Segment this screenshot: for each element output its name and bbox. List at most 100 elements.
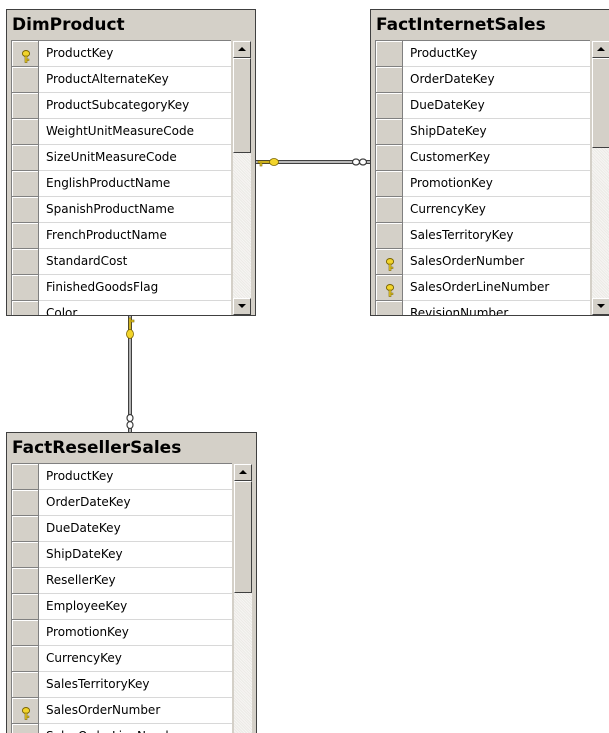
column-name: DueDateKey bbox=[39, 516, 232, 542]
arrow-up-icon bbox=[238, 47, 246, 51]
column-row[interactable]: OrderDateKey bbox=[376, 67, 590, 93]
column-row[interactable]: SalesOrderNumber bbox=[12, 698, 232, 724]
row-selector[interactable] bbox=[12, 145, 39, 171]
column-row[interactable]: CurrencyKey bbox=[12, 646, 232, 672]
row-selector[interactable] bbox=[376, 67, 403, 93]
arrow-up-icon bbox=[597, 47, 605, 51]
row-selector[interactable] bbox=[12, 119, 39, 145]
column-row[interactable]: FinishedGoodsFlag bbox=[12, 275, 231, 301]
row-selector[interactable] bbox=[12, 301, 39, 315]
column-name: SalesOrderLineNumber bbox=[403, 275, 590, 301]
scroll-down-button[interactable] bbox=[233, 298, 251, 315]
column-row[interactable]: SalesOrderNumber bbox=[376, 249, 590, 275]
row-selector[interactable] bbox=[376, 197, 403, 223]
row-selector[interactable] bbox=[12, 41, 39, 67]
relationship-dimproduct-factresellersales[interactable] bbox=[126, 316, 135, 432]
column-row[interactable]: WeightUnitMeasureCode bbox=[12, 119, 231, 145]
primary-key-icon bbox=[21, 48, 31, 63]
row-selector[interactable] bbox=[12, 516, 39, 542]
relationship-dimproduct-factinternetsales[interactable] bbox=[256, 158, 370, 167]
row-selector[interactable] bbox=[376, 93, 403, 119]
column-name: PromotionKey bbox=[39, 620, 232, 646]
column-name: ProductKey bbox=[39, 464, 232, 490]
column-row[interactable]: SalesOrderLineNumber bbox=[376, 275, 590, 301]
row-selector[interactable] bbox=[376, 119, 403, 145]
row-selector[interactable] bbox=[12, 724, 39, 733]
vertical-scrollbar[interactable] bbox=[233, 41, 251, 315]
column-row[interactable]: ShipDateKey bbox=[376, 119, 590, 145]
row-selector[interactable] bbox=[12, 542, 39, 568]
column-row[interactable]: PromotionKey bbox=[376, 171, 590, 197]
column-row[interactable]: ProductAlternateKey bbox=[12, 67, 231, 93]
infinity-icon bbox=[126, 413, 134, 430]
row-selector[interactable] bbox=[12, 197, 39, 223]
row-selector[interactable] bbox=[12, 249, 39, 275]
table-title[interactable]: FactInternetSales bbox=[371, 10, 609, 40]
table-title[interactable]: FactResellerSales bbox=[7, 433, 256, 463]
column-row[interactable]: EmployeeKey bbox=[12, 594, 232, 620]
row-selector[interactable] bbox=[376, 223, 403, 249]
vertical-scrollbar[interactable] bbox=[592, 41, 609, 315]
table-fact-internet-sales[interactable]: FactInternetSales ProductKey OrderDateKey… bbox=[370, 9, 609, 316]
column-row[interactable]: ProductKey bbox=[12, 41, 231, 67]
column-row[interactable]: ResellerKey bbox=[12, 568, 232, 594]
column-row[interactable]: FrenchProductName bbox=[12, 223, 231, 249]
row-selector[interactable] bbox=[12, 568, 39, 594]
column-row[interactable]: DueDateKey bbox=[12, 516, 232, 542]
scroll-down-button[interactable] bbox=[592, 298, 609, 315]
row-selector[interactable] bbox=[376, 249, 403, 275]
row-selector[interactable] bbox=[376, 145, 403, 171]
row-selector[interactable] bbox=[12, 93, 39, 119]
row-selector[interactable] bbox=[12, 698, 39, 724]
scroll-up-button[interactable] bbox=[233, 41, 251, 58]
row-selector[interactable] bbox=[376, 275, 403, 301]
column-row[interactable]: SalesTerritoryKey bbox=[376, 223, 590, 249]
row-selector[interactable] bbox=[12, 171, 39, 197]
scroll-up-button[interactable] bbox=[234, 464, 252, 481]
row-selector[interactable] bbox=[12, 275, 39, 301]
column-row[interactable]: Color bbox=[12, 301, 231, 315]
table-dim-product[interactable]: DimProduct ProductKey ProductAlternateKey… bbox=[6, 9, 256, 316]
column-row[interactable]: PromotionKey bbox=[12, 620, 232, 646]
row-selector[interactable] bbox=[12, 594, 39, 620]
column-row[interactable]: SalesOrderLineNumber bbox=[12, 724, 232, 733]
column-grid: ProductKey ProductAlternateKey ProductSubc… bbox=[11, 40, 231, 315]
table-fact-reseller-sales[interactable]: FactResellerSales ProductKey OrderDateKey… bbox=[6, 432, 257, 733]
column-row[interactable]: OrderDateKey bbox=[12, 490, 232, 516]
column-name: SpanishProductName bbox=[39, 197, 231, 223]
row-selector[interactable] bbox=[12, 223, 39, 249]
column-grid: ProductKey OrderDateKey DueDateKey ShipDate… bbox=[375, 40, 590, 315]
scroll-thumb[interactable] bbox=[234, 481, 252, 593]
column-row[interactable]: ProductKey bbox=[376, 41, 590, 67]
row-selector[interactable] bbox=[12, 464, 39, 490]
column-row[interactable]: SizeUnitMeasureCode bbox=[12, 145, 231, 171]
column-name: PromotionKey bbox=[403, 171, 590, 197]
column-row[interactable]: DueDateKey bbox=[376, 93, 590, 119]
row-selector[interactable] bbox=[12, 672, 39, 698]
row-selector[interactable] bbox=[376, 171, 403, 197]
column-row[interactable]: CustomerKey bbox=[376, 145, 590, 171]
column-row[interactable]: StandardCost bbox=[12, 249, 231, 275]
column-row[interactable]: CurrencyKey bbox=[376, 197, 590, 223]
column-row[interactable]: ShipDateKey bbox=[12, 542, 232, 568]
row-selector[interactable] bbox=[12, 67, 39, 93]
column-row[interactable]: SpanishProductName bbox=[12, 197, 231, 223]
scroll-up-button[interactable] bbox=[592, 41, 609, 58]
column-row[interactable]: EnglishProductName bbox=[12, 171, 231, 197]
column-row[interactable]: ProductKey bbox=[12, 464, 232, 490]
column-name: SizeUnitMeasureCode bbox=[39, 145, 231, 171]
row-selector[interactable] bbox=[12, 646, 39, 672]
row-selector[interactable] bbox=[12, 490, 39, 516]
table-title[interactable]: DimProduct bbox=[7, 10, 255, 40]
scroll-thumb[interactable] bbox=[233, 58, 251, 153]
vertical-scrollbar[interactable] bbox=[234, 464, 252, 733]
scroll-thumb[interactable] bbox=[592, 58, 609, 148]
column-row[interactable]: ProductSubcategoryKey bbox=[12, 93, 231, 119]
row-selector[interactable] bbox=[376, 301, 403, 315]
row-selector[interactable] bbox=[376, 41, 403, 67]
column-row[interactable]: SalesTerritoryKey bbox=[12, 672, 232, 698]
primary-key-icon bbox=[385, 256, 395, 271]
column-name: Color bbox=[39, 301, 231, 315]
column-row[interactable]: RevisionNumber bbox=[376, 301, 590, 315]
row-selector[interactable] bbox=[12, 620, 39, 646]
